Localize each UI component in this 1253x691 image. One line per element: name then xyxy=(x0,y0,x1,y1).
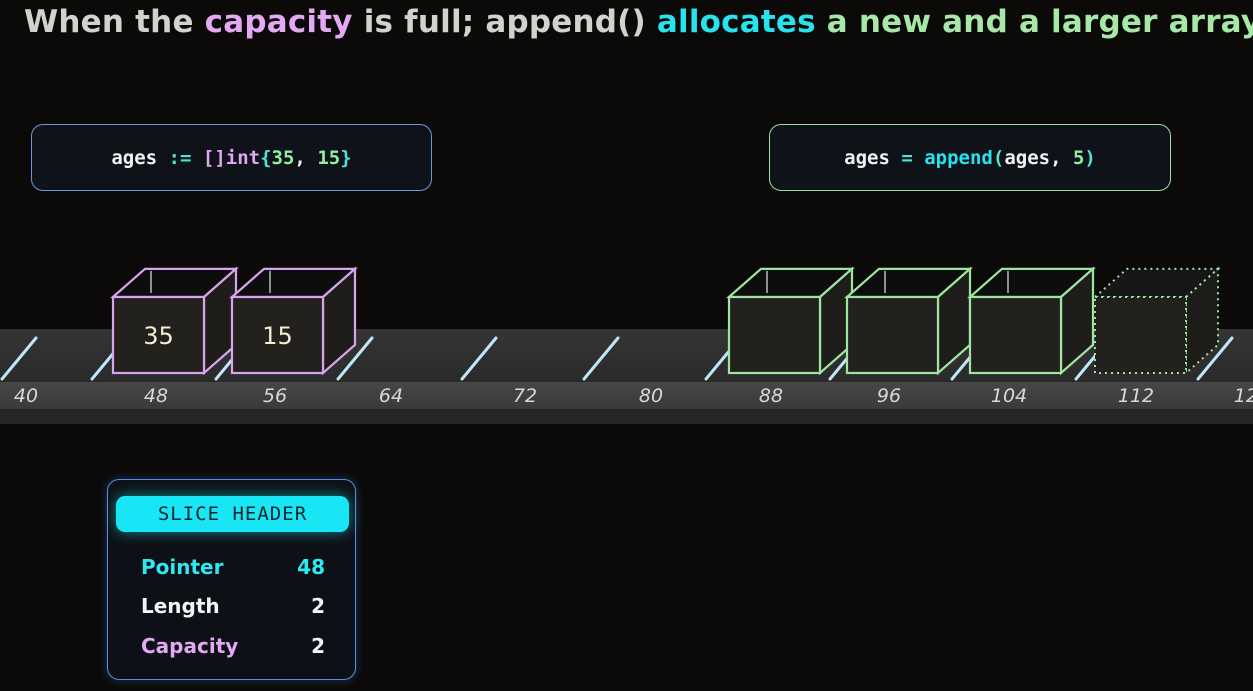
code-token: ) xyxy=(1084,146,1096,169)
code-token: , xyxy=(294,146,318,169)
code-append-call: ages = append(ages, 5) xyxy=(769,124,1171,191)
address-label: 96 xyxy=(877,385,901,407)
code-token: append xyxy=(924,146,993,169)
array-element-box: 35 xyxy=(110,266,239,376)
title-segment: is full; append() xyxy=(352,4,657,40)
address-label: 64 xyxy=(379,385,403,407)
code-token: := xyxy=(168,146,203,169)
code-token: ( xyxy=(992,146,1005,169)
pointer-value: 48 xyxy=(297,555,325,579)
code-slice-literal: ages := []int{35, 15} xyxy=(31,124,432,191)
code-token: 5 xyxy=(1072,146,1085,169)
element-value: 35 xyxy=(143,322,174,350)
array-element-box xyxy=(967,266,1096,376)
slice-header-title: SLICE HEADER xyxy=(116,496,349,532)
address-label: 88 xyxy=(759,385,783,407)
code-token: , xyxy=(1050,146,1073,169)
address-label: 104 xyxy=(991,385,1027,407)
capacity-label: Capacity xyxy=(141,634,239,658)
address-label: 12 xyxy=(1234,385,1253,407)
title-segment: capacity xyxy=(204,4,353,40)
address-label: 72 xyxy=(513,385,537,407)
length-value: 2 xyxy=(311,594,325,618)
title-segment: a new and a larger array xyxy=(815,4,1253,40)
reserved-capacity-box xyxy=(1092,266,1221,376)
slice-header-panel: SLICE HEADER Pointer 48 Length 2 Capacit… xyxy=(107,479,356,680)
array-element-box xyxy=(726,266,855,376)
code-token: = xyxy=(901,146,925,169)
code-token: 35 xyxy=(271,146,295,169)
page-title: When the capacity is full; append() allo… xyxy=(24,4,1253,40)
code-token: []int xyxy=(202,146,261,169)
address-label: 80 xyxy=(639,385,663,407)
address-label: 56 xyxy=(263,385,287,407)
length-label: Length xyxy=(141,594,220,618)
code-token: ages xyxy=(1004,146,1051,169)
memory-strip-shadow xyxy=(0,409,1253,424)
code-token: 15 xyxy=(317,146,341,169)
array-element-box xyxy=(844,266,973,376)
array-element-box: 15 xyxy=(229,266,358,376)
address-bar xyxy=(0,382,1253,409)
capacity-value: 2 xyxy=(311,634,325,658)
code-token: ages xyxy=(111,146,169,169)
pointer-label: Pointer xyxy=(141,555,224,579)
code-token: ages xyxy=(844,146,902,169)
code-token: { xyxy=(260,146,272,169)
code-token: } xyxy=(340,146,352,169)
address-label: 48 xyxy=(144,385,168,407)
element-value: 15 xyxy=(262,322,293,350)
address-label: 112 xyxy=(1118,385,1154,407)
title-segment: When the xyxy=(24,4,205,40)
title-segment: allocates xyxy=(656,4,816,40)
address-label: 40 xyxy=(14,385,38,407)
